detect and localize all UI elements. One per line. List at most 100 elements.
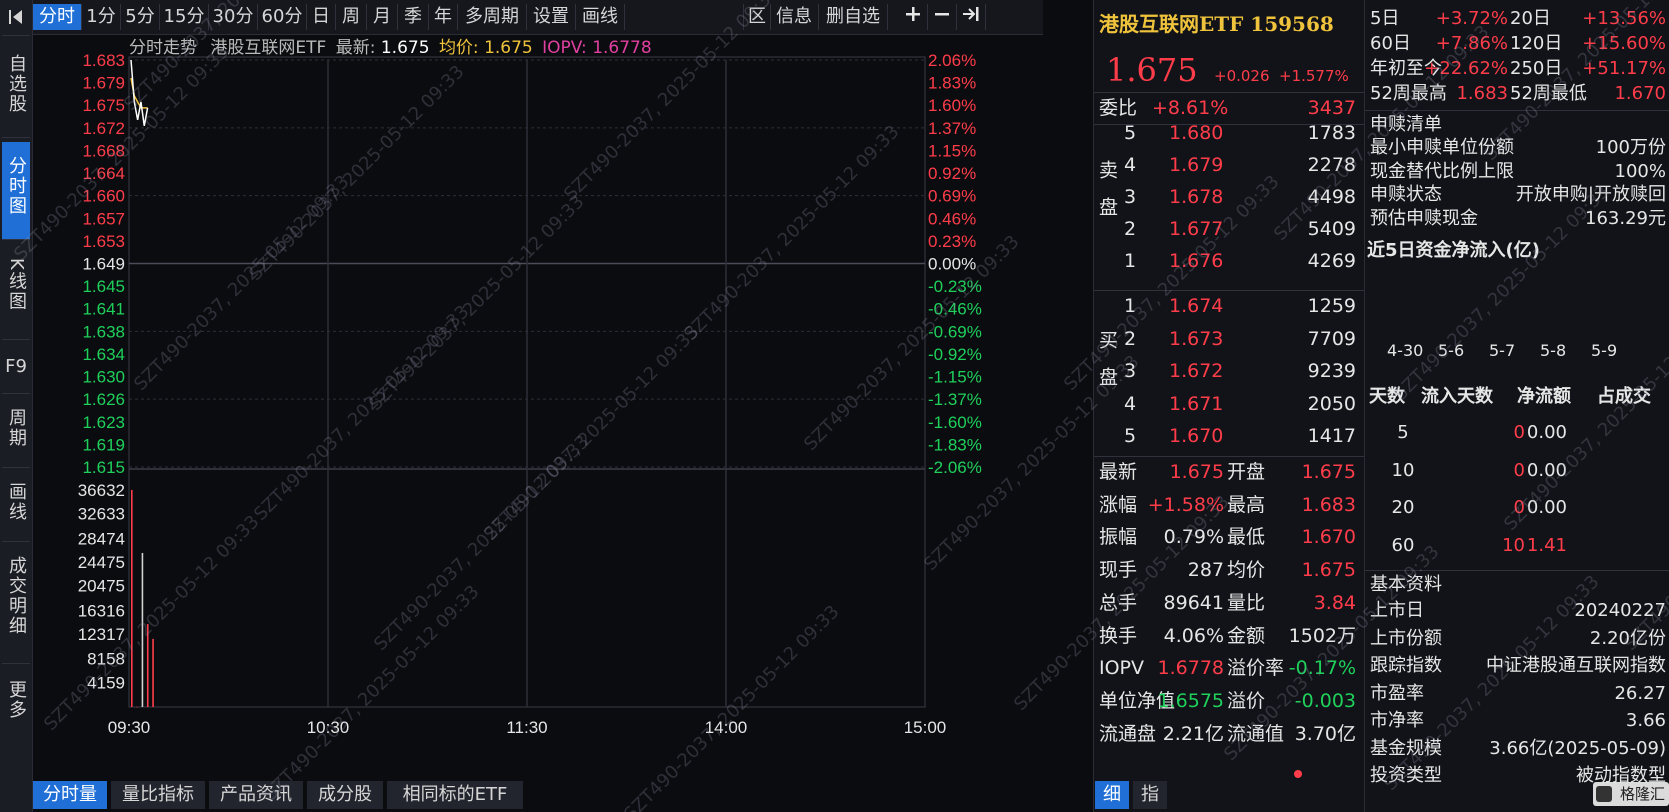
redeem-key: 申赎状态 <box>1370 184 1442 205</box>
zoom-out-icon[interactable] <box>928 4 957 30</box>
intraday-chart[interactable]: 分时走势 港股互联网ETF 最新: 1.675 均价: 1.675 IOPV: … <box>33 35 1043 775</box>
tab-30min[interactable]: 30分 <box>209 4 258 30</box>
sidebar-item-label: K线图 <box>6 258 27 312</box>
bid-price[interactable]: 1.670 <box>1169 424 1223 448</box>
ask-price[interactable]: 1.678 <box>1169 185 1223 209</box>
flow-date: 5-7 <box>1489 341 1516 360</box>
tab-detail[interactable]: 细 <box>1095 781 1129 809</box>
sidebar-item-label: F9 <box>5 356 27 377</box>
logo-text: 格隆汇 <box>1619 785 1665 803</box>
price-tick-label: 1.672 <box>82 119 125 138</box>
sidebar-item-watchlist[interactable]: 自选股 <box>2 40 30 138</box>
volume-tick-label: 4159 <box>87 673 125 692</box>
sidebar-item-label: 成交明细 <box>6 556 27 636</box>
tab-5min[interactable]: 5分 <box>121 4 160 30</box>
tab-same-index-etf[interactable]: 相同标的ETF <box>387 781 523 809</box>
pct-tick-label: 0.00% <box>928 255 976 274</box>
ask-price[interactable]: 1.680 <box>1169 121 1223 145</box>
stat-label: 流通盘 <box>1099 722 1157 745</box>
bid-level: 3 <box>1124 360 1137 382</box>
remove-watchlist-button[interactable]: 删自选 <box>819 4 888 30</box>
sidebar-item-intraday[interactable]: 分时图 <box>2 142 30 240</box>
draw-line-button[interactable]: 画线 <box>576 4 625 30</box>
basic-value: 中证港股通互联网指数 <box>1486 655 1666 676</box>
sidebar-item-kline[interactable]: K线图 <box>2 244 30 340</box>
price-line <box>130 59 149 126</box>
sidebar-item-drawline[interactable]: 画线 <box>2 472 30 542</box>
bid-price[interactable]: 1.672 <box>1169 359 1223 383</box>
tab-constituents[interactable]: 成分股 <box>307 781 383 809</box>
ask-volume: 1783 <box>1307 122 1356 144</box>
tab-60min[interactable]: 60分 <box>258 4 307 30</box>
tab-year[interactable]: 年 <box>429 4 458 30</box>
sidebar-item-more[interactable]: 更多 <box>2 668 30 748</box>
sidebar-item-label: 自选股 <box>6 54 27 114</box>
tab-multi-period[interactable]: 多周期 <box>458 4 527 30</box>
return-value: +51.17% <box>1582 58 1666 79</box>
redeem-value: 100万份 <box>1595 137 1666 158</box>
basic-key: 基金规模 <box>1370 737 1442 759</box>
tab-week[interactable]: 周 <box>336 4 367 30</box>
volume-bar <box>141 552 144 707</box>
info-button[interactable]: 信息 <box>770 4 819 30</box>
tab-index[interactable]: 指 <box>1133 781 1167 809</box>
basic-value: 3.66亿(2025-05-09) <box>1489 737 1666 759</box>
bid-price[interactable]: 1.671 <box>1169 392 1223 416</box>
bid-price[interactable]: 1.673 <box>1169 327 1223 351</box>
stat-value: 1.675 <box>1169 461 1224 483</box>
price-tick-label: 1.657 <box>82 209 125 228</box>
volume-bar <box>152 638 154 707</box>
ask-level: 3 <box>1124 186 1137 208</box>
sidebar-item-f9[interactable]: F9 <box>2 344 30 394</box>
price-tick-label: 1.653 <box>82 232 125 251</box>
sidebar-item-period[interactable]: 周期 <box>2 398 30 468</box>
tab-intraday[interactable]: 分时 <box>33 4 82 30</box>
tab-1min[interactable]: 1分 <box>82 4 121 30</box>
flow-header: 占成交 <box>1597 386 1651 407</box>
tab-quarter[interactable]: 季 <box>398 4 429 30</box>
basic-title: 基本资料 <box>1370 574 1442 595</box>
ask-price[interactable]: 1.679 <box>1169 153 1223 177</box>
stat-value: 2.21亿 <box>1162 722 1224 745</box>
jump-end-icon[interactable] <box>957 4 986 30</box>
security-title: 港股互联网ETF 159568 <box>1099 12 1334 36</box>
basic-value: 20240227 <box>1574 600 1666 621</box>
weibi-label: 委比 <box>1099 97 1138 119</box>
return-label: 52周最低 <box>1510 83 1587 104</box>
time-tick-label: 09:30 <box>108 718 151 737</box>
sidebar-item-trades[interactable]: 成交明细 <box>2 546 30 664</box>
info-panel: 5日 +3.72% 20日 +13.56% 60日 +7.86% 120日 +15.60% 年初… <box>1364 0 1669 812</box>
bid-price[interactable]: 1.674 <box>1169 294 1223 318</box>
tab-product-info[interactable]: 产品资讯 <box>209 781 303 809</box>
tab-day[interactable]: 日 <box>307 4 336 30</box>
ask-price[interactable]: 1.676 <box>1169 249 1223 273</box>
pct-tick-label: -1.83% <box>928 435 982 454</box>
return-value: +7.86% <box>1435 33 1508 54</box>
return-value: 1.670 <box>1614 83 1666 104</box>
price-tick-label: 1.638 <box>82 322 125 341</box>
ask-price[interactable]: 1.677 <box>1169 217 1223 241</box>
redeem-title: 申赎清单 <box>1370 114 1442 135</box>
volume-tick-label: 8158 <box>87 650 125 669</box>
time-tick-label: 10:30 <box>307 718 350 737</box>
tab-intraday-volume[interactable]: 分时量 <box>33 781 107 809</box>
price-tick-label: 1.660 <box>82 187 125 206</box>
stat-value: 3.84 <box>1313 591 1356 614</box>
range-button[interactable]: 区 <box>743 4 771 30</box>
pct-tick-label: 2.06% <box>928 51 976 70</box>
price-tick-label: 1.619 <box>82 435 125 454</box>
stat-label: 换手 <box>1099 624 1138 647</box>
bid-volume: 2050 <box>1307 392 1356 415</box>
settings-button[interactable]: 设置 <box>527 4 576 30</box>
tab-volume-ratio[interactable]: 量比指标 <box>111 781 205 809</box>
collapse-icon[interactable] <box>2 2 30 36</box>
return-value: +15.60% <box>1582 33 1666 54</box>
return-label: 60日 <box>1370 33 1411 54</box>
return-value: +22.62% <box>1424 58 1508 79</box>
zoom-in-icon[interactable] <box>899 4 928 30</box>
flow-header: 净流额 <box>1517 386 1571 407</box>
ask-level: 2 <box>1124 218 1137 240</box>
tab-month[interactable]: 月 <box>367 4 398 30</box>
tab-15min[interactable]: 15分 <box>160 4 209 30</box>
stat-value: +1.58% <box>1147 493 1224 516</box>
